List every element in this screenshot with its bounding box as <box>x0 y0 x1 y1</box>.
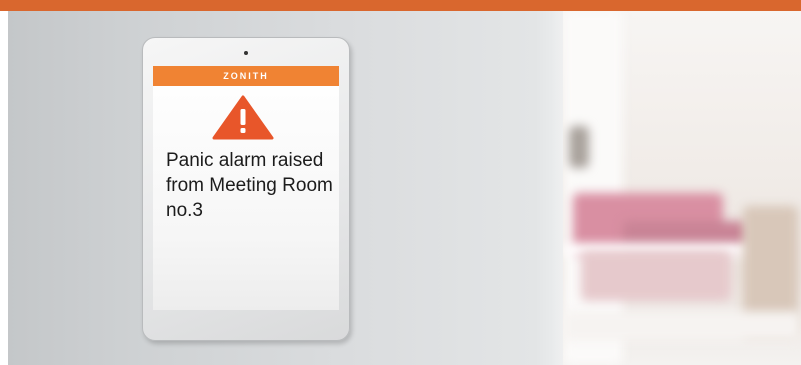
wall-mounted-tablet: ZONITH Panic alarm raised from Meeting R… <box>142 37 350 341</box>
sofa-reflection <box>581 251 731 301</box>
blurred-room-background <box>563 11 801 365</box>
camera-dot <box>244 51 248 55</box>
tablet-screen: ZONITH Panic alarm raised from Meeting R… <box>153 66 339 310</box>
warning-icon <box>212 95 274 140</box>
brand-logo: ZONITH <box>223 71 269 81</box>
alarm-message: Panic alarm raised from Meeting Room no.… <box>166 148 338 223</box>
floor-light <box>563 311 801 341</box>
alarm-message-line-3: no.3 <box>166 200 203 221</box>
top-accent-bar <box>0 0 801 11</box>
brand-header-bar: ZONITH <box>153 66 339 86</box>
alarm-message-line-1: Panic alarm raised <box>166 150 324 171</box>
alarm-message-line-2: from Meeting Room <box>166 175 333 196</box>
photo-scene: ZONITH Panic alarm raised from Meeting R… <box>0 0 801 365</box>
wall-decor <box>569 126 589 168</box>
